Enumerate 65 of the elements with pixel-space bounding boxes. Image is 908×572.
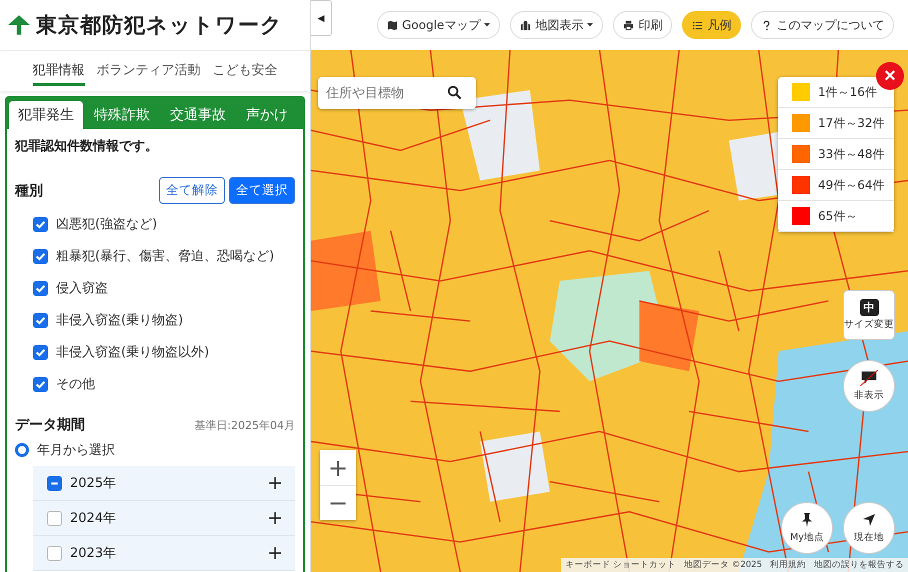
hidden-comment-icon — [860, 370, 878, 386]
collapse-button[interactable]: ◀ — [311, 0, 332, 36]
year-row[interactable]: 2025年 + — [33, 466, 295, 501]
checkbox-label: 粗暴犯(暴行、傷害、脅迫、恐喝など) — [56, 248, 274, 265]
checkbox[interactable] — [47, 546, 62, 560]
nav-tab[interactable]: ボランティア活動 — [96, 56, 200, 86]
legend-label: 1件～16件 — [818, 84, 877, 100]
select-all-button[interactable]: 全て選択 — [229, 177, 295, 204]
description-text: 犯罪認知件数情報です。 — [15, 138, 159, 155]
category-tab[interactable]: 特殊詐欺 — [85, 101, 159, 129]
legend-label: 17件～32件 — [818, 114, 885, 132]
checkbox[interactable] — [33, 216, 48, 232]
checkbox[interactable] — [33, 344, 48, 360]
printer-icon — [623, 20, 634, 30]
year-row[interactable]: 2024年 + — [33, 501, 295, 536]
year-label: 2025年 — [70, 475, 118, 492]
attribution-link[interactable]: 利用規約 — [770, 559, 806, 571]
checkbox[interactable] — [33, 280, 48, 296]
expand-button[interactable]: + — [267, 545, 283, 561]
checkbox-label: 侵入窃盗 — [56, 280, 108, 297]
toolbar-button[interactable]: 印刷 — [613, 11, 672, 39]
legend-label: 33件～48件 — [818, 146, 885, 162]
checkbox[interactable] — [47, 510, 62, 526]
checkbox[interactable] — [47, 476, 62, 490]
toolbar-button[interactable]: このマップについて — [751, 11, 894, 39]
checkbox[interactable] — [33, 312, 48, 328]
section-title: 種別 — [15, 182, 43, 200]
base-date: 基準日:2025年04月 — [194, 418, 295, 432]
clear-all-button[interactable]: 全て解除 — [159, 177, 225, 204]
attribution-link[interactable]: 地図データ ©2025 — [684, 559, 762, 571]
checkbox[interactable] — [33, 248, 48, 264]
checkbox-label: 凶悪犯(強盗など) — [56, 216, 158, 233]
zoom-out-button[interactable]: − — [320, 485, 356, 520]
zoom-in-button[interactable]: + — [320, 450, 356, 485]
checkbox-label: その他 — [56, 376, 95, 393]
radio-button[interactable] — [15, 443, 29, 457]
checkbox-label: 非侵入窃盗(乗り物盗) — [56, 312, 184, 329]
section-title: データ期間 — [15, 416, 85, 434]
legend-label: 65件～ — [818, 208, 858, 224]
checkbox[interactable] — [33, 376, 48, 392]
expand-button[interactable]: + — [267, 475, 283, 491]
search-icon[interactable] — [447, 85, 462, 100]
year-label: 2024年 — [70, 510, 118, 527]
legend-label: 49件～64件 — [818, 176, 885, 194]
radio-label: 年月から選択 — [37, 442, 115, 459]
category-tab[interactable]: 声かけ — [237, 101, 297, 129]
expand-button[interactable]: + — [267, 510, 283, 526]
nav-tab[interactable]: 犯罪情報 — [32, 56, 84, 86]
year-label: 2023年 — [70, 545, 118, 562]
toolbar-button[interactable]: 凡例 — [682, 11, 742, 39]
checkbox-label: 非侵入窃盗(乗り物盗以外) — [56, 344, 210, 361]
toolbar-button[interactable]: 地図表示 — [510, 11, 604, 39]
search-field[interactable]: 住所や目標物 — [318, 77, 476, 109]
attribution-link[interactable]: 地図の誤りを報告する — [814, 559, 904, 571]
nav-tab[interactable]: こども安全 — [212, 56, 278, 86]
size-change-button[interactable]: 中 サイズ変更 — [843, 290, 895, 340]
attribution-link[interactable]: キーボード ショートカット — [565, 559, 676, 571]
year-row[interactable]: 2023年 + — [33, 536, 295, 571]
question-icon — [761, 20, 772, 30]
category-tab[interactable]: 交通事故 — [161, 101, 235, 129]
category-tab[interactable]: 犯罪発生 — [9, 101, 83, 129]
site-title: 東京都防犯ネットワーク — [36, 12, 283, 39]
list-icon — [692, 20, 704, 30]
map-icon — [387, 20, 398, 30]
toolbar-button[interactable]: Googleマップ — [377, 11, 500, 39]
